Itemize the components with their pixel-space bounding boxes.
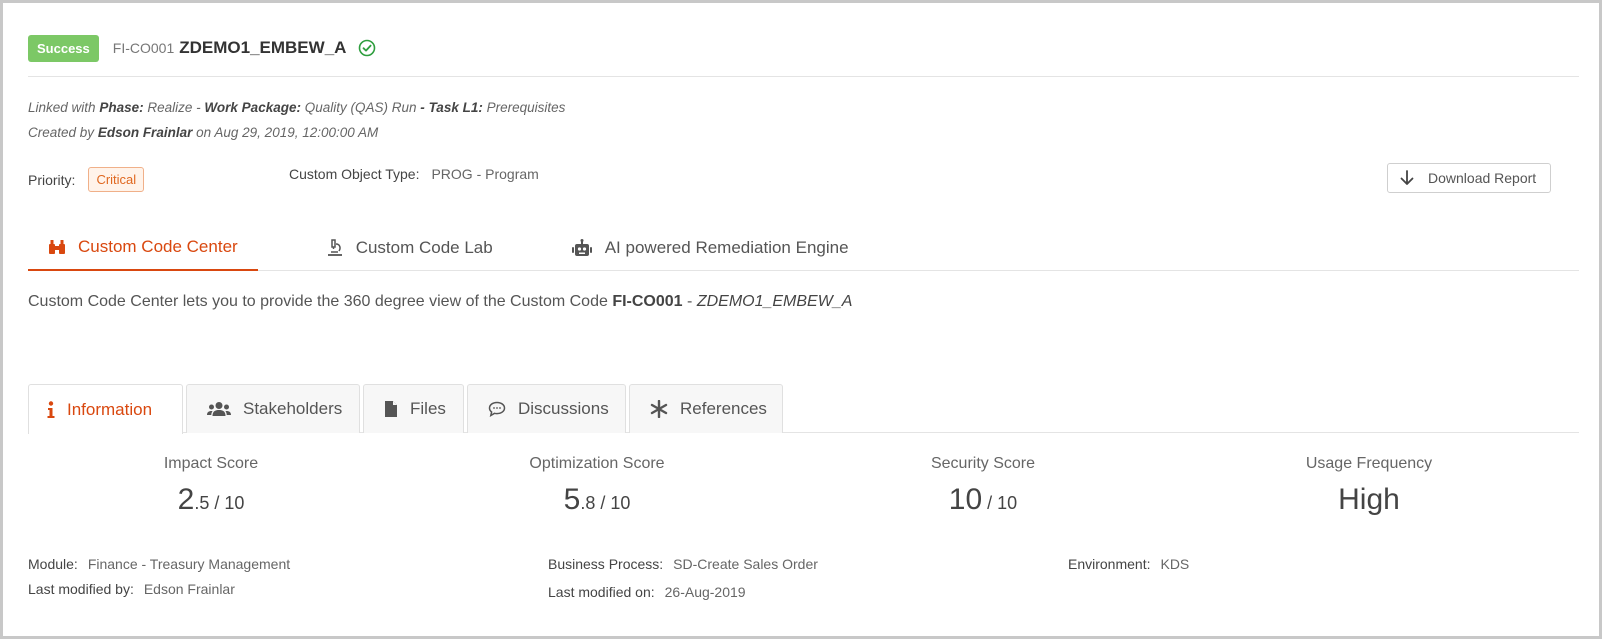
tab-label: Information [67, 399, 153, 419]
last-modified-on-field: Last modified on: 26-Aug-2019 [548, 584, 746, 600]
comment-icon [488, 401, 506, 417]
tab-stakeholders[interactable]: Stakeholders [186, 384, 360, 433]
created-on-prefix: on [196, 125, 212, 140]
score-major: 2 [177, 483, 195, 516]
phase-value: Realize [147, 100, 193, 115]
work-package-label: Work Package: [204, 100, 301, 115]
linked-info: Linked with Phase: Realize - Work Packag… [28, 100, 565, 115]
linked-prefix: Linked with [28, 100, 96, 115]
tab-label: Custom Code Center [78, 237, 238, 256]
field-label: Business Process: [548, 556, 664, 572]
score-minor: / 10 [982, 493, 1018, 513]
custom-object-type-value: PROG - Program [431, 166, 539, 182]
file-icon [384, 400, 398, 418]
microscope-icon [326, 239, 344, 257]
tab-discussions[interactable]: Discussions [467, 384, 626, 433]
optimization-score: Optimization Score 5.8 / 10 [447, 455, 747, 517]
task-value: Prerequisites [486, 100, 566, 115]
tab-references[interactable]: References [629, 384, 783, 433]
tab-label: Custom Code Lab [355, 238, 493, 257]
score-label: Optimization Score [529, 455, 665, 472]
info-tabs: Information Stakeholders Files Discussio… [28, 384, 1579, 434]
usage-frequency: Usage Frequency High [1219, 455, 1519, 517]
field-label: Last modified on: [548, 584, 655, 600]
score-value: High [1219, 483, 1519, 517]
main-panel: Success FI-CO001 ZDEMO1_EMBEW_A Linked w… [0, 0, 1602, 639]
score-value: 10 / 10 [833, 483, 1133, 517]
object-name: ZDEMO1_EMBEW_A [179, 38, 347, 57]
score-label: Usage Frequency [1305, 455, 1433, 472]
check-circle-icon [358, 39, 376, 57]
field-value: Finance - Treasury Management [87, 556, 291, 572]
separator: - [687, 293, 693, 310]
tab-label: Files [410, 399, 446, 418]
tab-ai-remediation-engine[interactable]: AI powered Remediation Engine [551, 225, 849, 271]
field-label: Last modified by: [28, 581, 134, 597]
object-header: Success FI-CO001 ZDEMO1_EMBEW_A [28, 34, 376, 62]
work-package-value: Quality (QAS) Run [304, 100, 417, 115]
separator: - [420, 100, 425, 115]
tab-label: Discussions [518, 399, 609, 418]
field-value: KDS [1160, 556, 1190, 572]
security-score: Security Score 10 / 10 [833, 455, 1133, 517]
score-minor: .8 / 10 [580, 493, 631, 513]
info-icon [47, 400, 55, 419]
score-value: 2.5 / 10 [61, 483, 361, 517]
phase-label: Phase: [99, 100, 144, 115]
field-value: Edson Frainlar [143, 581, 235, 597]
description-object-id: FI-CO001 [612, 293, 683, 310]
tab-label: AI powered Remediation Engine [604, 238, 849, 257]
tab-information[interactable]: Information [28, 384, 183, 434]
created-on: Aug 29, 2019, 12:00:00 AM [214, 125, 379, 140]
download-report-label: Download Report [1428, 170, 1537, 186]
priority-label: Priority: [28, 171, 76, 188]
priority-badge: Critical [88, 167, 145, 192]
custom-object-type: Custom Object Type: PROG - Program [289, 166, 539, 182]
score-value: 5.8 / 10 [447, 483, 747, 517]
tab-files[interactable]: Files [363, 384, 464, 433]
score-major: 5 [563, 483, 581, 516]
score-minor: .5 / 10 [194, 493, 245, 513]
description-object-name: ZDEMO1_EMBEW_A [696, 293, 853, 310]
field-value: 26-Aug-2019 [664, 584, 746, 600]
object-id: FI-CO001 [112, 40, 175, 56]
description-text: Custom Code Center lets you to provide t… [28, 293, 608, 310]
score-label: Security Score [930, 455, 1036, 472]
separator: - [196, 100, 201, 115]
binoculars-icon [48, 239, 66, 255]
tab-custom-code-center[interactable]: Custom Code Center [28, 225, 258, 271]
tab-label: References [680, 399, 767, 418]
created-info: Created by Edson Frainlar on Aug 29, 201… [28, 125, 378, 140]
environment-field: Environment: KDS [1068, 556, 1189, 572]
tab-description: Custom Code Center lets you to provide t… [28, 293, 852, 311]
priority-row: Priority: Critical [28, 167, 145, 192]
header-divider [28, 76, 1579, 77]
task-label: Task L1: [428, 100, 483, 115]
score-major: 10 [948, 483, 983, 516]
last-modified-by-field: Last modified by: Edson Frainlar [28, 581, 235, 597]
field-label: Module: [28, 556, 78, 572]
tab-custom-code-lab[interactable]: Custom Code Lab [298, 225, 493, 271]
status-badge: Success [28, 34, 99, 62]
robot-icon [571, 239, 593, 257]
users-icon [207, 401, 231, 417]
business-process-field: Business Process: SD-Create Sales Order [548, 556, 818, 572]
arrow-down-icon [1400, 170, 1414, 186]
main-tabs: Custom Code Center Custom Code Lab AI po… [28, 225, 1579, 271]
asterisk-icon [650, 400, 668, 418]
download-report-button[interactable]: Download Report [1387, 163, 1551, 193]
tab-label: Stakeholders [243, 399, 343, 418]
custom-object-type-label: Custom Object Type: [289, 166, 420, 182]
module-field: Module: Finance - Treasury Management [28, 556, 290, 572]
created-by: Edson Frainlar [97, 125, 193, 140]
score-major: High [1338, 483, 1400, 516]
field-label: Environment: [1068, 556, 1151, 572]
impact-score: Impact Score 2.5 / 10 [61, 455, 361, 517]
score-label: Impact Score [163, 455, 259, 472]
field-value: SD-Create Sales Order [673, 556, 818, 572]
created-prefix: Created by [28, 125, 95, 140]
